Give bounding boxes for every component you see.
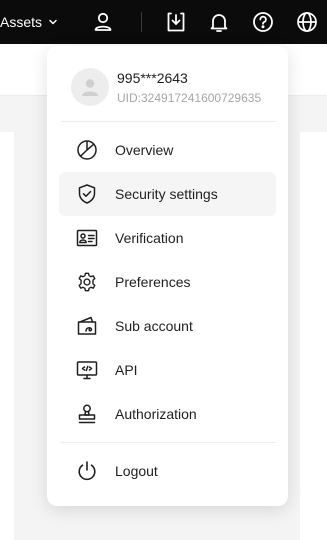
page-card-right — [300, 132, 327, 540]
shield-check-icon — [75, 182, 99, 206]
page-card-left — [0, 132, 14, 540]
chevron-down-icon — [49, 19, 57, 25]
gear-icon — [75, 270, 99, 294]
menu-item-security-settings[interactable]: Security settings — [59, 172, 276, 216]
wallet-icon — [75, 314, 99, 338]
bell-icon[interactable] — [207, 10, 231, 34]
menu-divider — [61, 442, 276, 443]
menu-item-label: API — [115, 362, 138, 378]
menu-item-label: Security settings — [115, 186, 218, 202]
id-card-icon — [75, 226, 99, 250]
menu-item-label: Authorization — [115, 406, 197, 422]
user-icon[interactable] — [91, 10, 115, 34]
avatar — [71, 68, 109, 106]
menu-item-authorization[interactable]: Authorization — [59, 392, 276, 436]
menu-item-label: Overview — [115, 142, 174, 158]
menu-item-preferences[interactable]: Preferences — [59, 260, 276, 304]
top-navigation-bar: Assets — [0, 0, 327, 44]
menu-item-sub-account[interactable]: Sub account — [59, 304, 276, 348]
user-info: 995***2643 UID:324917241600729635 — [71, 66, 261, 108]
download-icon[interactable] — [164, 10, 188, 34]
logout-button[interactable]: Logout — [59, 449, 276, 493]
globe-icon[interactable] — [295, 10, 319, 34]
menu-item-label: Verification — [115, 230, 184, 246]
assets-label: Assets — [0, 14, 43, 30]
logout-label: Logout — [115, 463, 158, 479]
code-monitor-icon — [75, 358, 99, 382]
assets-menu[interactable]: Assets — [0, 12, 58, 32]
power-icon — [75, 459, 99, 483]
menu-divider — [61, 121, 276, 122]
menu-item-label: Preferences — [115, 274, 191, 290]
menu-item-api[interactable]: API — [59, 348, 276, 392]
topbar-divider — [141, 12, 142, 32]
help-icon[interactable] — [251, 10, 275, 34]
menu-item-overview[interactable]: Overview — [59, 128, 276, 172]
pie-chart-icon — [75, 138, 99, 162]
user-name: 995***2643 — [117, 69, 188, 86]
menu-item-label: Sub account — [115, 318, 193, 334]
stamp-icon — [75, 402, 99, 426]
default-avatar-icon — [82, 79, 98, 96]
account-dropdown-menu: 995***2643 UID:324917241600729635 Overvi… — [47, 46, 288, 506]
user-uid: UID:324917241600729635 — [117, 90, 262, 105]
menu-item-verification[interactable]: Verification — [59, 216, 276, 260]
